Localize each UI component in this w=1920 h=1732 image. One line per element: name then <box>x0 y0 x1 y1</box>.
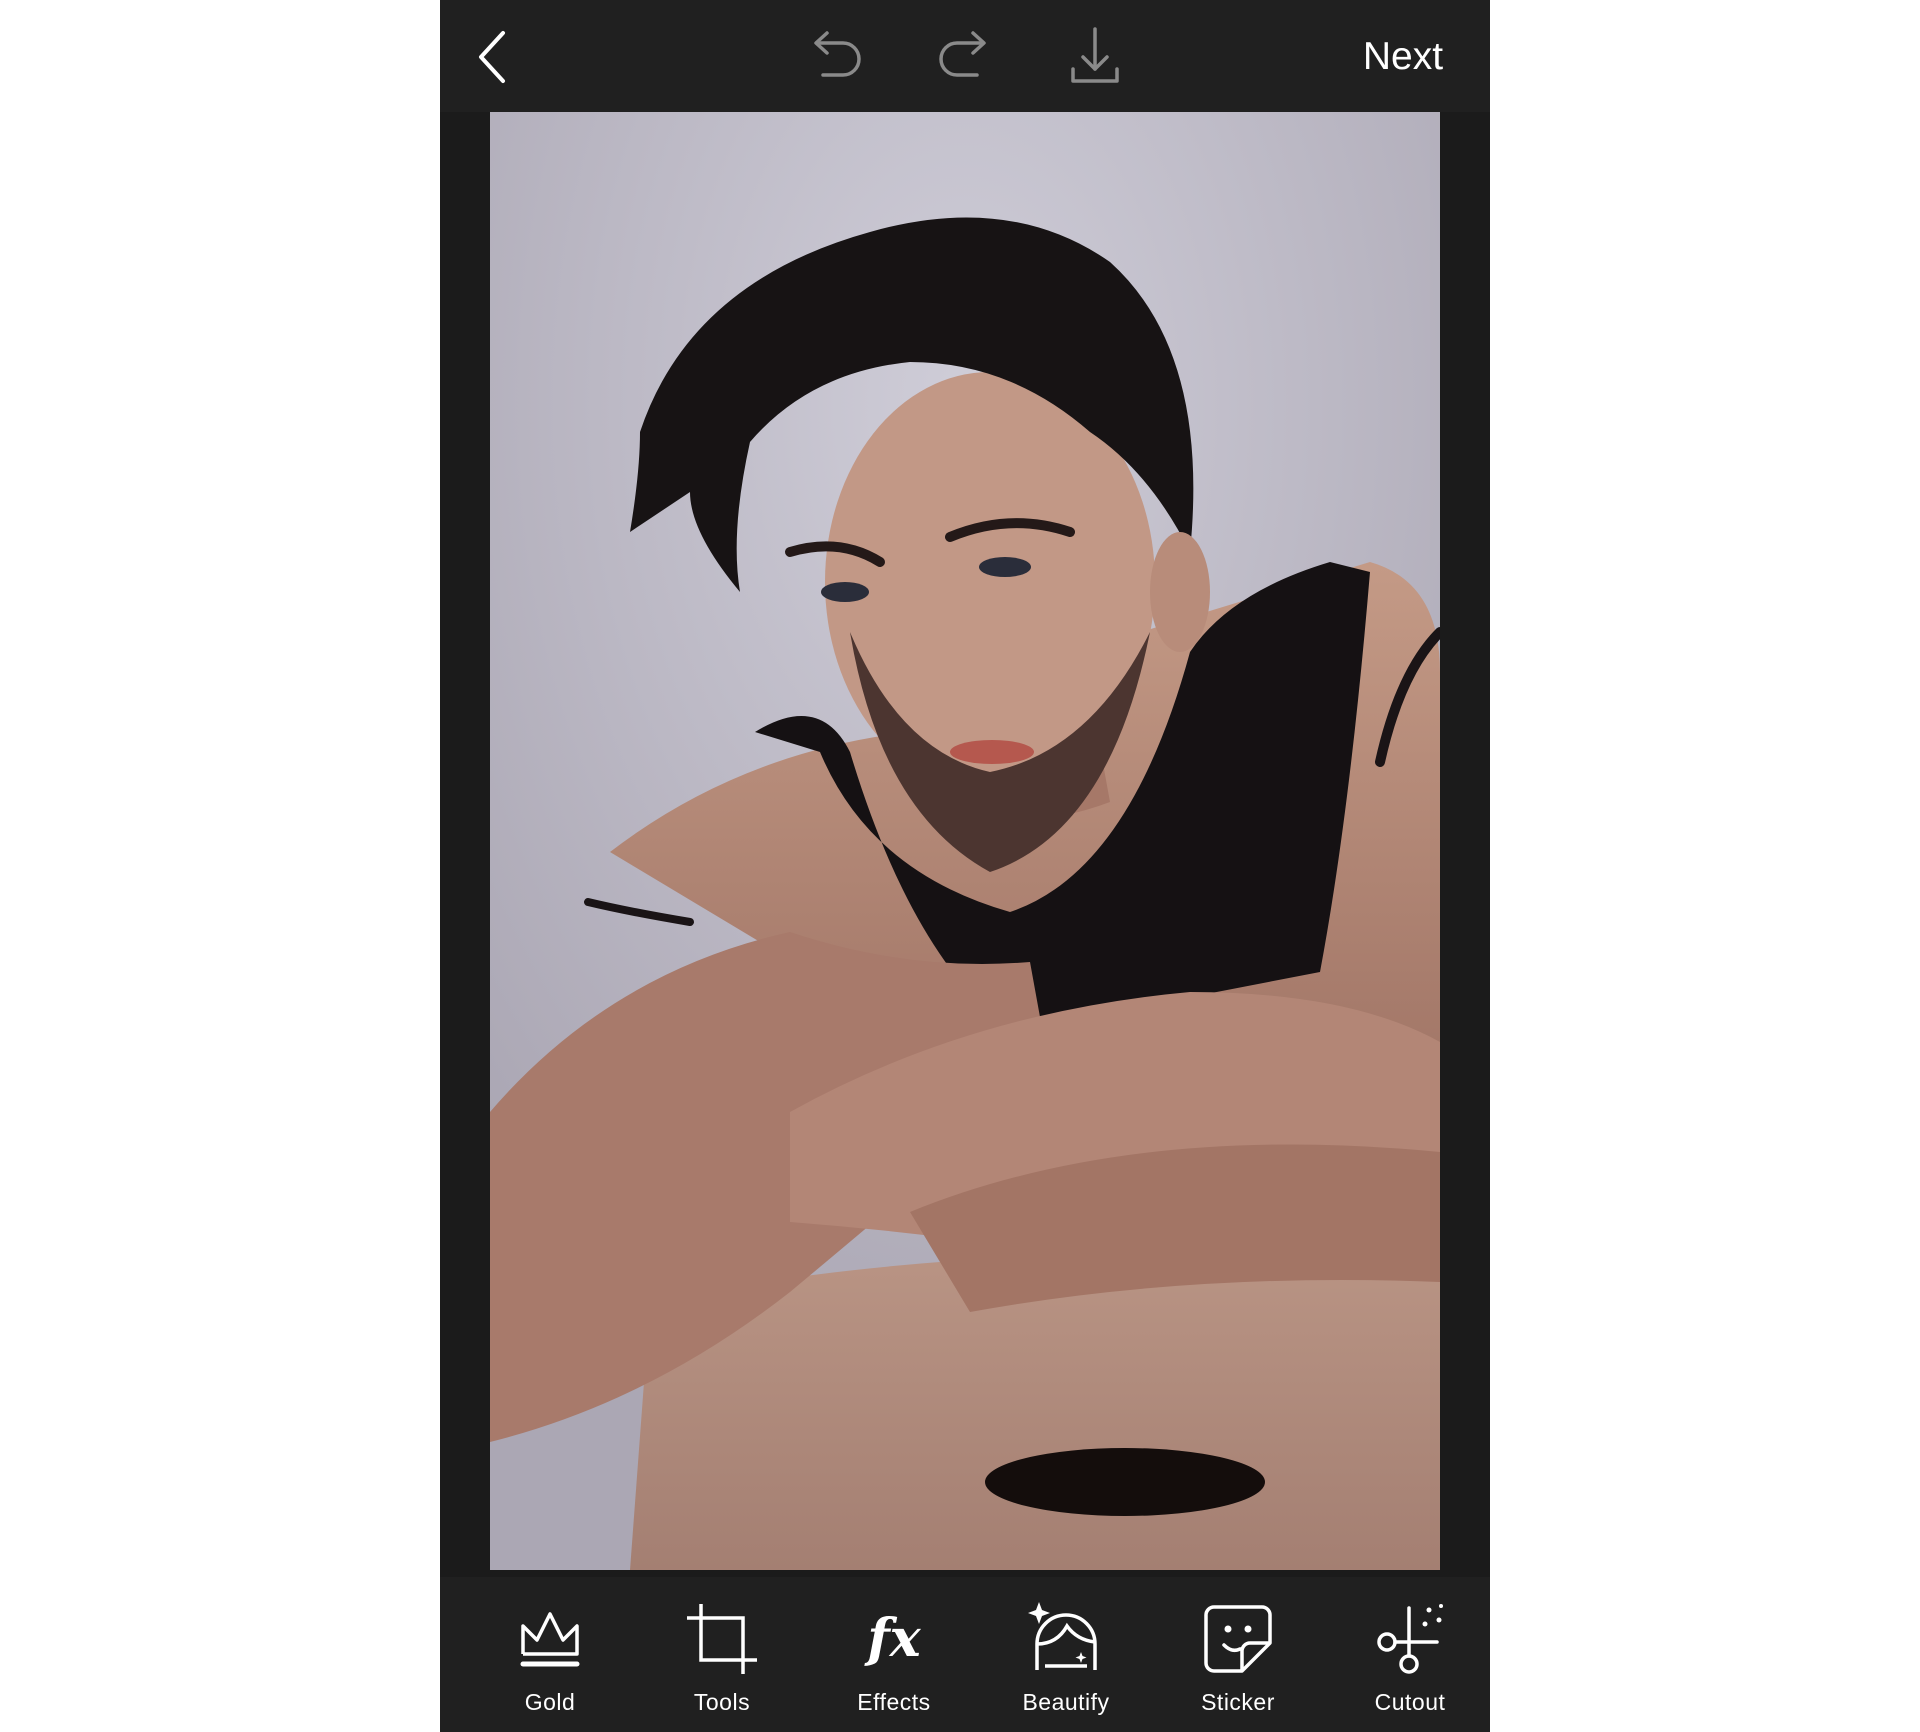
back-button[interactable] <box>458 22 528 92</box>
sticker-icon <box>1204 1605 1272 1673</box>
tool-label: Gold <box>524 1689 576 1715</box>
editing-canvas <box>440 112 1490 1577</box>
undo-icon <box>814 31 861 77</box>
chevron-left-icon <box>479 31 505 83</box>
undo-button[interactable] <box>800 22 870 92</box>
tool-label: Tools <box>693 1689 751 1715</box>
editor-screen: Next Gold Tools fx Effects Beautify Stic… <box>440 0 1490 1732</box>
scissors-icon <box>1377 1604 1443 1674</box>
tool-gold[interactable]: Gold <box>480 1587 620 1727</box>
face-sparkle-icon <box>1028 1602 1097 1670</box>
tool-label: Beautify <box>1022 1689 1110 1715</box>
redo-button[interactable] <box>930 22 1000 92</box>
tool-sticker[interactable]: Sticker <box>1168 1587 1308 1727</box>
fx-icon: fx <box>867 1608 921 1669</box>
tool-label: Sticker <box>1201 1689 1275 1715</box>
next-button[interactable]: Next <box>1338 22 1468 92</box>
tool-label: Effects <box>857 1689 931 1715</box>
tool-tools[interactable]: Tools <box>652 1587 792 1727</box>
bottom-toolbar: Gold Tools fx Effects Beautify Sticker C… <box>440 1577 1490 1732</box>
tool-label: Cutout <box>1374 1689 1446 1715</box>
crop-icon <box>687 1604 757 1674</box>
crown-icon <box>520 1612 580 1667</box>
redo-icon <box>939 31 986 77</box>
download-icon <box>1071 27 1119 83</box>
download-button[interactable] <box>1060 22 1130 92</box>
tool-cutout[interactable]: Cutout <box>1340 1587 1480 1727</box>
portrait-image <box>490 112 1440 1570</box>
portrait-photo[interactable] <box>490 112 1440 1570</box>
tool-effects[interactable]: fx Effects <box>824 1587 964 1727</box>
top-toolbar: Next <box>440 0 1490 112</box>
tool-beautify[interactable]: Beautify <box>996 1587 1136 1727</box>
